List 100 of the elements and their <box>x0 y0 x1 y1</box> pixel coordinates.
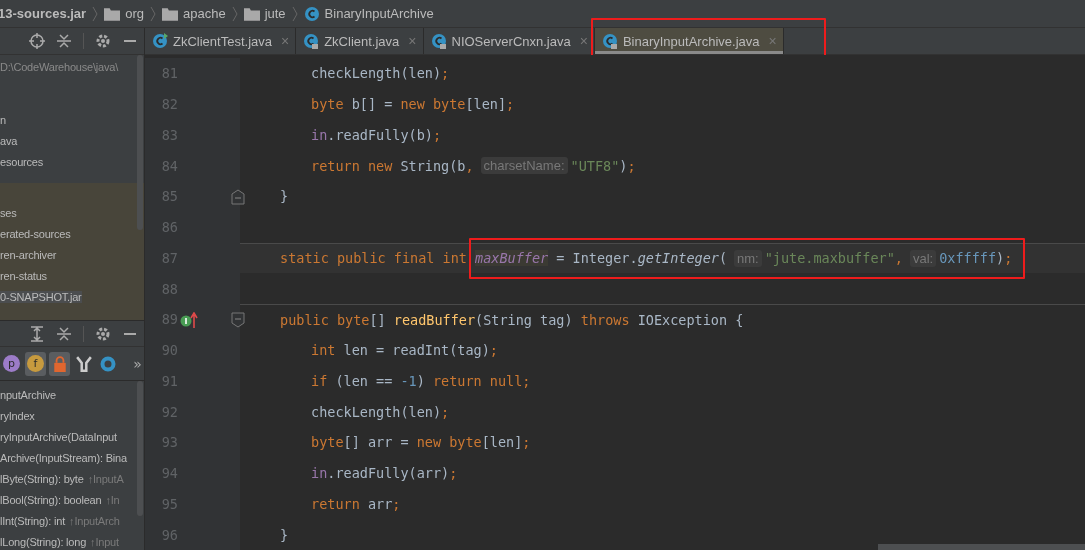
test-class-icon <box>152 33 168 49</box>
tree-item[interactable]: ren-archiver <box>0 249 57 261</box>
settings-icon[interactable] <box>95 33 111 49</box>
expand-all-icon[interactable] <box>29 325 45 342</box>
code-token: static public final int <box>280 250 467 267</box>
code-token: readBuffer <box>393 311 476 328</box>
code-token: len = readInt(tag) <box>342 342 490 359</box>
tree-item[interactable]: ren-status <box>0 270 47 282</box>
breadcrumb-item[interactable]: org <box>125 6 144 21</box>
code-token: .readFully(b) <box>327 126 433 143</box>
code-token: ; <box>627 157 636 174</box>
tree-item[interactable]: esources <box>0 156 44 168</box>
structure-item[interactable]: nputArchive <box>0 389 56 401</box>
code-token: return new <box>311 157 393 174</box>
code-token: , <box>465 157 474 174</box>
breadcrumb-item[interactable]: jute <box>264 6 286 21</box>
code-token: if <box>311 372 328 389</box>
editor-tab[interactable]: BinaryInputArchive.java × <box>594 28 784 54</box>
more-button[interactable]: » <box>127 351 144 376</box>
code-token: arr <box>366 495 393 512</box>
structure-item[interactable]: lBool(String): boolean <box>0 494 102 506</box>
code-token: [len] <box>465 96 507 113</box>
filter-icon <box>75 355 92 372</box>
chevron-icon <box>291 5 298 22</box>
parameter-hint: val: <box>909 249 937 267</box>
code-token: .readFully(arr) <box>327 465 450 482</box>
code-token: new byte <box>416 434 482 451</box>
code-token: [len] <box>481 434 523 451</box>
code-token: ; <box>449 465 458 482</box>
code-token: ; <box>522 434 531 451</box>
code-token: ; <box>506 96 515 113</box>
settings-icon[interactable] <box>95 325 111 342</box>
collapse-icon[interactable] <box>56 33 72 49</box>
fold-icon[interactable] <box>231 312 245 328</box>
code-token: String(b <box>399 157 466 174</box>
code-token: checkLength(len) <box>311 65 442 82</box>
code-token: byte <box>311 96 344 113</box>
code-token: ( <box>718 250 728 267</box>
ring-icon <box>99 355 116 372</box>
structure-item[interactable]: ryIndex <box>0 410 35 422</box>
code-token: public byte <box>280 311 370 328</box>
tree-item[interactable]: 0-SNAPSHOT.jar <box>0 291 82 303</box>
tree-item[interactable]: erated-sources <box>0 228 71 240</box>
tree-item[interactable]: ava <box>0 135 18 147</box>
breadcrumb-item[interactable]: BinaryInputArchive <box>324 6 434 21</box>
code-token: throws <box>580 311 630 328</box>
structure-item[interactable]: lInt(String): int <box>0 515 66 527</box>
code-token: ; <box>441 65 450 82</box>
lock-toggle-button[interactable] <box>49 351 70 376</box>
project-path: D:\CodeWarehouse\java\ <box>0 60 119 75</box>
lock-icon <box>51 355 68 372</box>
class-icon <box>303 5 320 22</box>
locate-icon[interactable] <box>29 33 45 49</box>
code-token: 0xfffff <box>939 250 997 267</box>
inherited-label: ↑InputA <box>87 473 124 485</box>
chevron-icon <box>92 5 99 22</box>
collapse-icon[interactable] <box>56 325 72 342</box>
code-token: byte <box>311 434 344 451</box>
code-token: ; <box>1004 250 1013 267</box>
toggle-button[interactable]: f <box>25 351 46 376</box>
code-token: ; <box>522 372 531 389</box>
parameter-hint: nm: <box>734 249 762 267</box>
code-token: [] <box>369 311 387 328</box>
scrollbar[interactable] <box>878 544 1085 550</box>
code-token: (String tag) <box>475 311 574 328</box>
class-icon <box>601 33 618 49</box>
code-token: , <box>894 250 903 267</box>
structure-item[interactable]: Archive(InputStream): Bina <box>0 452 127 464</box>
code-token: ; <box>441 403 450 420</box>
tree-item[interactable]: n <box>0 114 6 126</box>
code-token: "UTF8" <box>570 157 620 174</box>
code-token: = Integer. <box>555 250 638 267</box>
code-token: } <box>280 188 289 205</box>
class-icon <box>430 33 447 49</box>
scrollbar[interactable] <box>137 381 143 516</box>
class-icon <box>303 33 320 49</box>
tree-item[interactable]: ses <box>0 207 17 219</box>
breadcrumb-item[interactable]: apache <box>182 6 226 21</box>
code-token: return <box>311 495 360 512</box>
code-token: -1 <box>400 372 417 389</box>
structure-item[interactable]: ryInputArchive(DataInput <box>0 431 117 443</box>
code-token: } <box>280 526 289 543</box>
code-token: in <box>311 126 328 143</box>
code-token: ; <box>392 495 401 512</box>
parameter-hint: charsetName: <box>480 157 568 175</box>
code-token: return null <box>432 372 523 389</box>
inherited-label: ↑InputArch <box>69 515 120 527</box>
scrollbar[interactable] <box>137 55 143 230</box>
code-token: in <box>311 465 328 482</box>
code-token: IOException { <box>636 311 744 328</box>
structure-item[interactable]: lLong(String): long <box>0 536 87 548</box>
code-token: getInteger <box>637 250 719 267</box>
code-token: ) <box>996 250 1005 267</box>
inherited-label: ↑Input <box>90 536 119 548</box>
chevron-icon <box>231 5 238 22</box>
code-token: int <box>311 342 336 359</box>
fold-icon[interactable] <box>231 189 245 205</box>
structure-item[interactable]: lByte(String): byte <box>0 473 84 485</box>
code-token: ) <box>619 157 628 174</box>
code-token: b[] = <box>350 96 394 113</box>
